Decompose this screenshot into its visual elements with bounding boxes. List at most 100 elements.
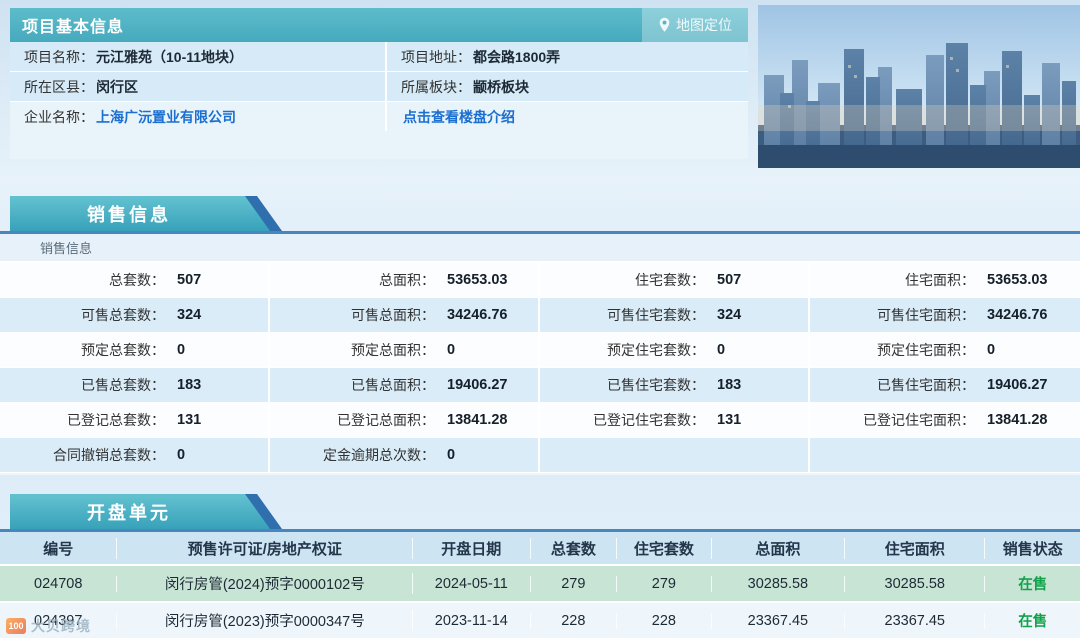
intro-cell: 点击查看楼盘介绍 (387, 102, 748, 131)
sales-value: 0 (987, 342, 996, 358)
sales-label: 可售总面积： (351, 307, 435, 323)
sales-value: 0 (447, 342, 456, 358)
board-cell: 所属板块： 颛桥板块 (387, 72, 748, 101)
board-value: 颛桥板块 (473, 78, 529, 95)
opening-units-table: 编号 预售许可证/房地产权证 开盘日期 总套数 住宅套数 总面积 住宅面积 销售… (0, 532, 1080, 640)
project-address-label: 项目地址： (401, 48, 471, 65)
sales-info-section-header: 销售信息 (0, 196, 1080, 234)
sales-label: 已登记总套数： (67, 412, 165, 428)
map-locate-button[interactable]: 地图定位 (642, 8, 748, 42)
sales-value: 34246.76 (987, 307, 1048, 323)
sales-value: 324 (177, 307, 202, 323)
company-cell: 企业名称： 上海广沅置业有限公司 (10, 102, 387, 131)
district-value: 闵行区 (96, 78, 138, 95)
sales-cell: 已登记住宅套数： 131 (540, 403, 810, 437)
project-info-title: 项目基本信息 (22, 19, 125, 36)
sales-value: 183 (717, 377, 742, 393)
project-address-cell: 项目地址： 都会路1800弄 (387, 42, 748, 71)
sales-row-available: 可售总套数： 324 可售总面积： 34246.76 可售住宅套数： 324 可售住宅… (0, 298, 1080, 333)
unit-number: 024708 (0, 575, 118, 592)
property-info-page: 项目基本信息 地图定位 项目名称： 元江雅苑（10-11地块） 项目地址： 都会… (0, 0, 1080, 640)
watermark-text: 大贝跨境 (31, 618, 91, 634)
sales-label: 预定住宅面积： (877, 342, 975, 358)
building-intro-link[interactable]: 点击查看楼盘介绍 (403, 107, 515, 127)
sales-label: 总面积： (379, 272, 435, 288)
sales-label: 可售住宅面积： (877, 307, 975, 323)
watermark: 100 大贝跨境 (6, 616, 91, 636)
sales-info-banner: 销售信息 (10, 196, 282, 231)
sales-label: 预定总面积： (351, 342, 435, 358)
sales-cell: 住宅面积： 53653.03 (810, 263, 1080, 297)
sales-value: 19406.27 (987, 377, 1048, 393)
sales-value: 53653.03 (987, 272, 1048, 288)
watermark-logo-icon: 100 (6, 618, 26, 634)
unit-total-area: 23367.45 (712, 612, 846, 629)
sales-cell: 已登记住宅面积： 13841.28 (810, 403, 1080, 437)
project-address-value: 都会路1800弄 (473, 48, 561, 65)
sales-cell: 预定总套数： 0 (0, 333, 270, 367)
col-header-total-units: 总套数 (531, 537, 618, 559)
sales-cell: 已售住宅面积： 19406.27 (810, 368, 1080, 402)
project-name-label: 项目名称： (24, 48, 94, 65)
sales-cell: 预定住宅套数： 0 (540, 333, 810, 367)
sales-cell: 总面积： 53653.03 (270, 263, 540, 297)
sales-cell: 可售总面积： 34246.76 (270, 298, 540, 332)
sales-label: 合同撤销总套数： (53, 447, 165, 463)
district-label: 所在区县： (24, 78, 94, 95)
unit-total-units: 228 (531, 612, 618, 629)
sales-value: 0 (447, 447, 456, 463)
sales-cell: 预定总面积： 0 (270, 333, 540, 367)
sales-info-body: 销售信息 总套数： 507 总面积： 53653.03 住宅套数： 507 住宅面积：… (0, 234, 1080, 475)
sales-label: 可售总套数： (81, 307, 165, 323)
unit-open-date: 2024-05-11 (413, 575, 531, 592)
sales-cell: 总套数： 507 (0, 263, 270, 297)
unit-residential-area: 23367.45 (845, 612, 986, 629)
sales-label: 住宅面积： (905, 272, 975, 288)
project-row-3: 企业名称： 上海广沅置业有限公司 点击查看楼盘介绍 (10, 102, 748, 131)
project-panel-filler (10, 131, 748, 159)
company-label: 企业名称： (24, 108, 94, 125)
sales-cell: 可售总套数： 324 (0, 298, 270, 332)
map-pin-icon (659, 17, 670, 32)
sales-value: 34246.76 (447, 307, 508, 323)
sales-value: 0 (717, 342, 726, 358)
sales-row-reserved: 预定总套数： 0 预定总面积： 0 预定住宅套数： 0 预定住宅面积： 0 (0, 333, 1080, 368)
table-row[interactable]: 024708 闵行房管(2024)预字0000102号 2024-05-11 2… (0, 566, 1080, 603)
col-header-total-area: 总面积 (712, 537, 846, 559)
sales-value: 507 (177, 272, 202, 288)
sales-cell: 预定住宅面积： 0 (810, 333, 1080, 367)
sales-cell (810, 438, 1080, 472)
table-row[interactable]: 024397 闵行房管(2023)预字0000347号 2023-11-14 2… (0, 603, 1080, 640)
col-header-license: 预售许可证/房地产权证 (117, 537, 414, 559)
sales-value: 324 (717, 307, 742, 323)
sales-value: 19406.27 (447, 377, 508, 393)
sales-cell: 合同撤销总套数： 0 (0, 438, 270, 472)
project-name-cell: 项目名称： 元江雅苑（10-11地块） (10, 42, 387, 71)
unit-residential-area: 30285.58 (845, 575, 986, 592)
sales-cell (540, 438, 810, 472)
sales-info-sublabel: 销售信息 (0, 234, 1080, 263)
sales-value: 183 (177, 377, 202, 393)
sales-label: 预定住宅套数： (607, 342, 705, 358)
sales-label: 已售住宅面积： (877, 377, 975, 393)
sales-label: 已售总套数： (81, 377, 165, 393)
company-link[interactable]: 上海广沅置业有限公司 (96, 107, 236, 127)
unit-total-units: 279 (531, 575, 618, 592)
banner-main-shape: 开盘单元 (10, 494, 270, 529)
project-info-header: 项目基本信息 地图定位 (10, 8, 748, 42)
col-header-residential-units: 住宅套数 (617, 537, 712, 559)
map-locate-label: 地图定位 (676, 17, 732, 33)
sales-cell: 已售住宅套数： 183 (540, 368, 810, 402)
col-header-residential-area: 住宅面积 (845, 537, 986, 559)
sales-row-cancelled: 合同撤销总套数： 0 定金逾期总次数： 0 (0, 438, 1080, 473)
project-row-2: 所在区县： 闵行区 所属板块： 颛桥板块 (10, 72, 748, 102)
opening-units-banner: 开盘单元 (10, 494, 282, 529)
board-label: 所属板块： (401, 78, 471, 95)
unit-license: 闵行房管(2024)预字0000102号 (117, 573, 414, 594)
unit-residential-units: 228 (617, 612, 712, 629)
sales-cell: 可售住宅面积： 34246.76 (810, 298, 1080, 332)
sales-value: 131 (177, 412, 202, 428)
sales-label: 住宅套数： (635, 272, 705, 288)
sales-cell: 可售住宅套数： 324 (540, 298, 810, 332)
sales-row-sold: 已售总套数： 183 已售总面积： 19406.27 已售住宅套数： 183 已售住宅… (0, 368, 1080, 403)
